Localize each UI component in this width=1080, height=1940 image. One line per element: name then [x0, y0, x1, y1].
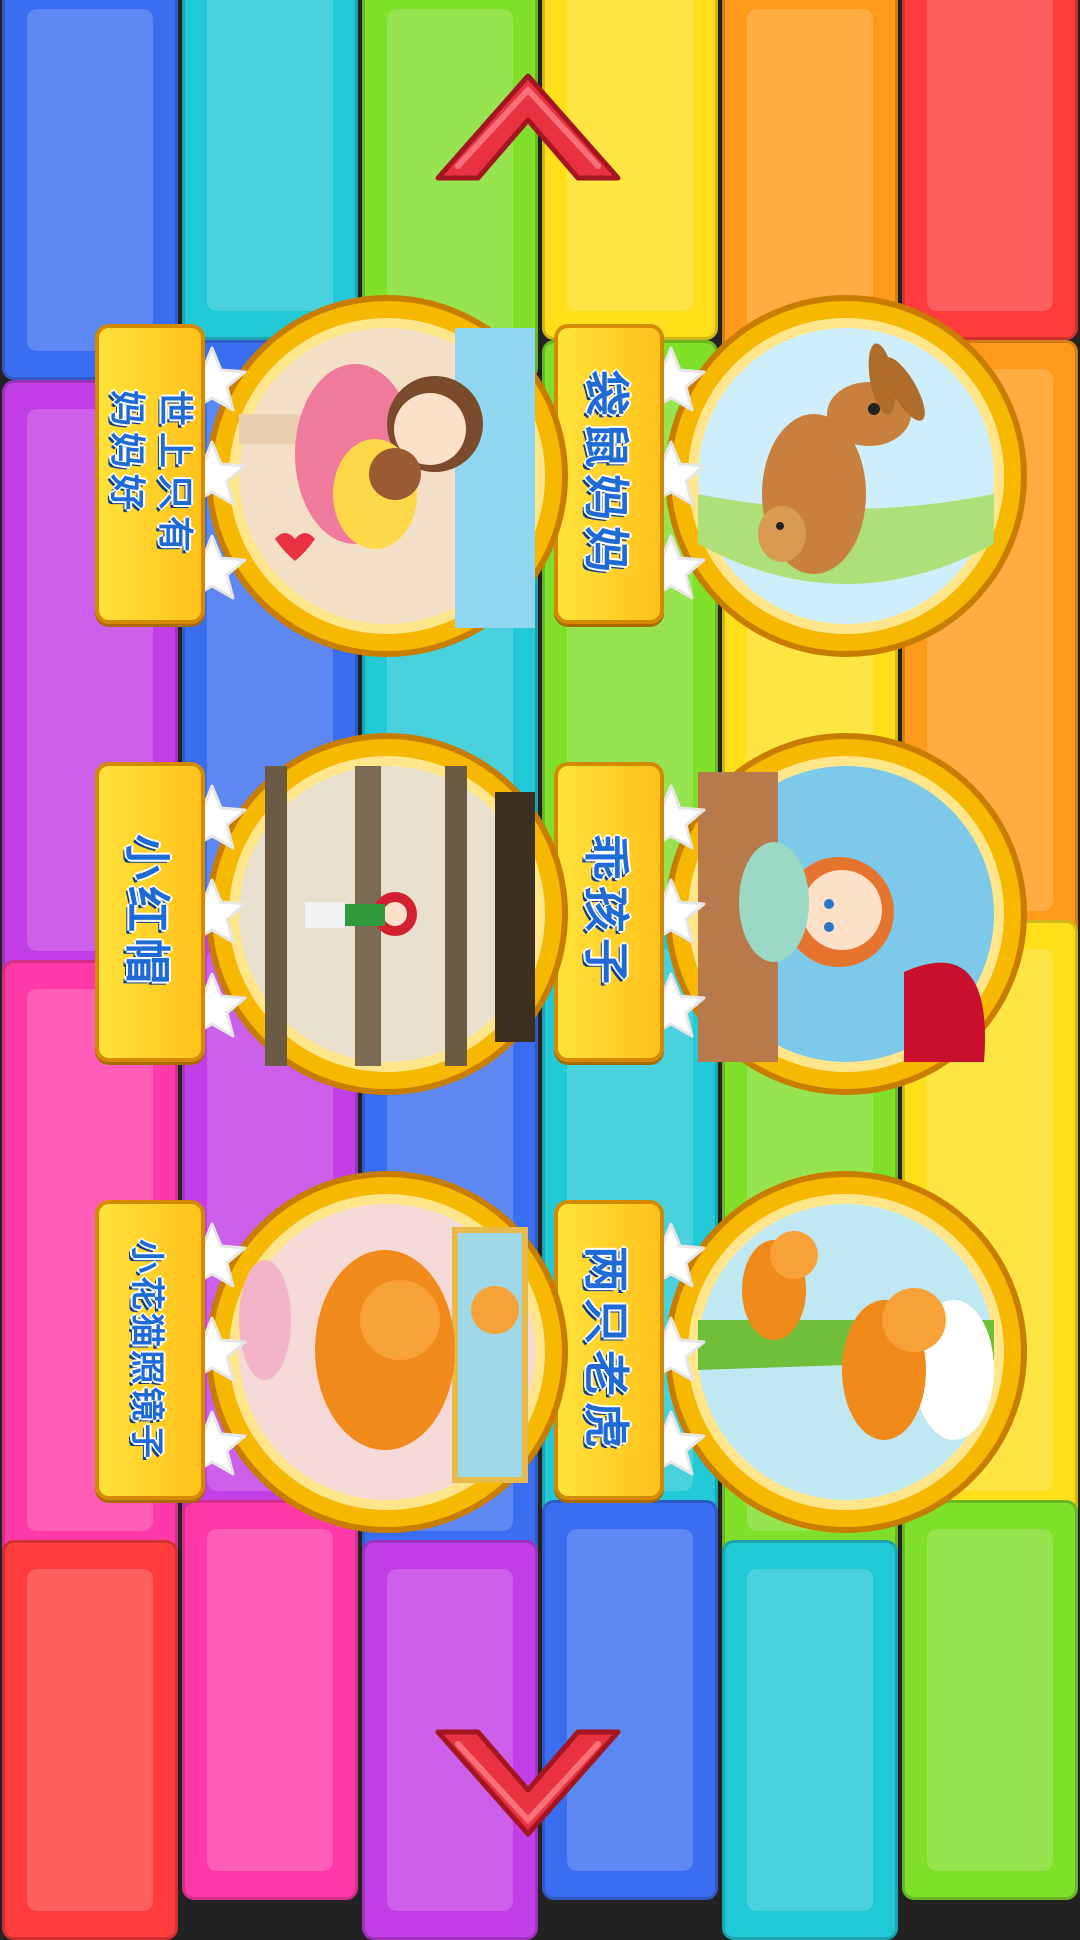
song-title-plate: 小花猫照镜子 — [95, 1200, 205, 1500]
song-card-only-mother-is-best[interactable]: 世上只有 妈妈好 — [95, 294, 570, 659]
song-title-plate: 袋鼠妈妈 — [554, 324, 664, 624]
song-card-kangaroo[interactable]: 袋鼠妈妈 — [554, 294, 1029, 659]
song-title-plate: 世上只有 妈妈好 — [95, 324, 205, 624]
page-up-button[interactable] — [428, 68, 628, 188]
song-card-kitten-mirror[interactable]: 小花猫照镜子 — [95, 1170, 570, 1535]
background-key — [722, 1540, 898, 1940]
chevron-up-icon — [435, 73, 621, 181]
background-key — [2, 0, 178, 380]
mother-hugging-child-picture — [205, 294, 570, 659]
song-title: 乖孩子 — [579, 834, 633, 990]
song-card-two-tigers[interactable]: 两只老虎 — [554, 1170, 1029, 1535]
background-key — [182, 1500, 358, 1900]
song-title: 世上只有 妈妈好 — [106, 389, 195, 558]
song-title-plate: 小红帽 — [95, 762, 205, 1062]
song-title: 袋鼠妈妈 — [579, 370, 633, 578]
two-tigers-picture — [664, 1170, 1029, 1535]
background-key — [2, 1540, 178, 1940]
background-key — [902, 1500, 1078, 1900]
background-key — [902, 0, 1078, 340]
page-down-button[interactable] — [428, 1722, 628, 1842]
little-red-riding-hood-picture — [205, 732, 570, 1097]
cat-mirror-picture — [205, 1170, 570, 1535]
song-title-plate: 两只老虎 — [554, 1200, 664, 1500]
chevron-down-icon — [435, 1729, 621, 1837]
girl-writing-picture — [664, 732, 1029, 1097]
kangaroo-picture — [664, 294, 1029, 659]
song-card-good-child[interactable]: 乖孩子 — [554, 732, 1029, 1097]
song-title: 小花猫照镜子 — [126, 1239, 167, 1461]
song-title-plate: 乖孩子 — [554, 762, 664, 1062]
song-card-little-red-riding-hood[interactable]: 小红帽 — [95, 732, 570, 1097]
background-key — [182, 0, 358, 340]
song-title: 小红帽 — [120, 834, 174, 990]
song-title: 两只老虎 — [579, 1246, 633, 1454]
